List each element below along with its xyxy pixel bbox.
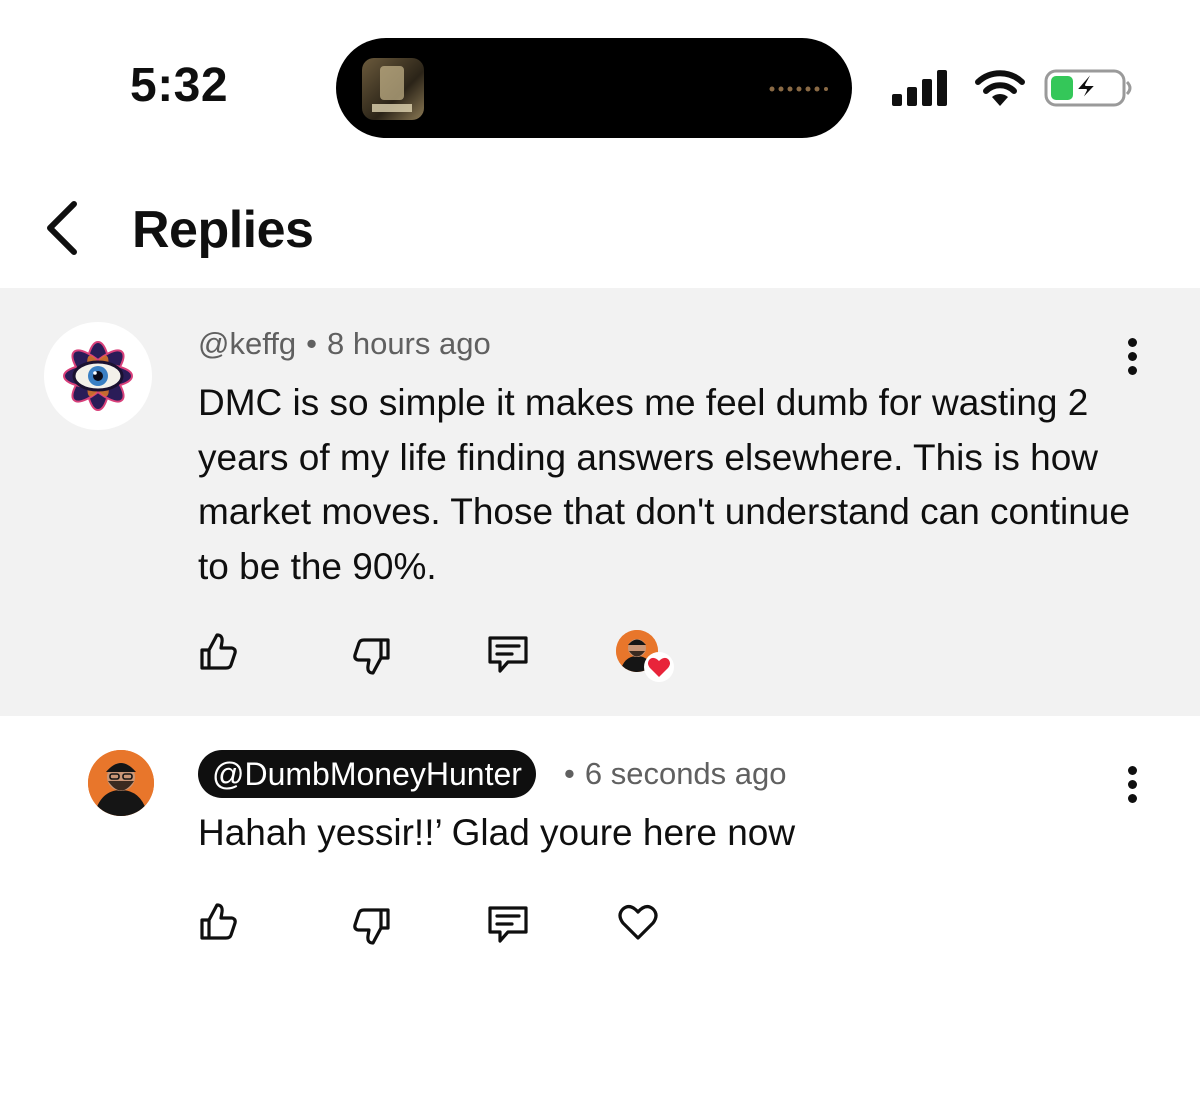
- page-title: Replies: [132, 201, 314, 259]
- more-options-icon[interactable]: [1124, 338, 1140, 378]
- now-playing-artwork: [362, 58, 424, 120]
- creator-avatar-image: [88, 750, 154, 816]
- comment-author-handle[interactable]: @keffg: [198, 326, 296, 361]
- avatar[interactable]: [44, 322, 152, 430]
- audio-waveform-icon: [769, 86, 828, 92]
- more-options-icon[interactable]: [1124, 766, 1140, 806]
- reply-comment-icon[interactable]: [486, 632, 530, 676]
- wifi-icon: [975, 70, 1025, 106]
- heart-icon: [648, 657, 670, 677]
- thumbs-down-icon[interactable]: [350, 904, 394, 948]
- reply-author-handle[interactable]: @DumbMoneyHunter: [198, 750, 536, 798]
- battery-charging-icon: [1044, 69, 1132, 107]
- thumbs-up-icon[interactable]: [196, 900, 240, 944]
- thumbs-up-icon[interactable]: [196, 630, 240, 674]
- avatar[interactable]: [88, 750, 154, 816]
- reply-text: Hahah yessir!!’ Glad youre here now: [198, 812, 796, 853]
- reply-comment-icon[interactable]: [486, 902, 530, 946]
- reply-meta: • 6 seconds ago: [564, 756, 787, 792]
- mandala-eye-icon: [63, 341, 133, 411]
- comment-text: DMC is so simple it makes me feel dumb f…: [198, 382, 1130, 587]
- meta-separator: •: [306, 326, 317, 361]
- back-chevron-icon[interactable]: [40, 198, 84, 258]
- heart-badge: [644, 652, 674, 682]
- comment-timestamp: 8 hours ago: [326, 326, 491, 361]
- thumbs-down-icon[interactable]: [350, 634, 394, 678]
- heart-outline-icon[interactable]: [616, 900, 660, 944]
- status-time: 5:32: [130, 59, 229, 112]
- comment-meta: @keffg • 8 hours ago: [198, 326, 491, 362]
- meta-separator: •: [564, 756, 575, 791]
- reply-timestamp: 6 seconds ago: [584, 756, 787, 791]
- cellular-signal-icon: [892, 70, 947, 106]
